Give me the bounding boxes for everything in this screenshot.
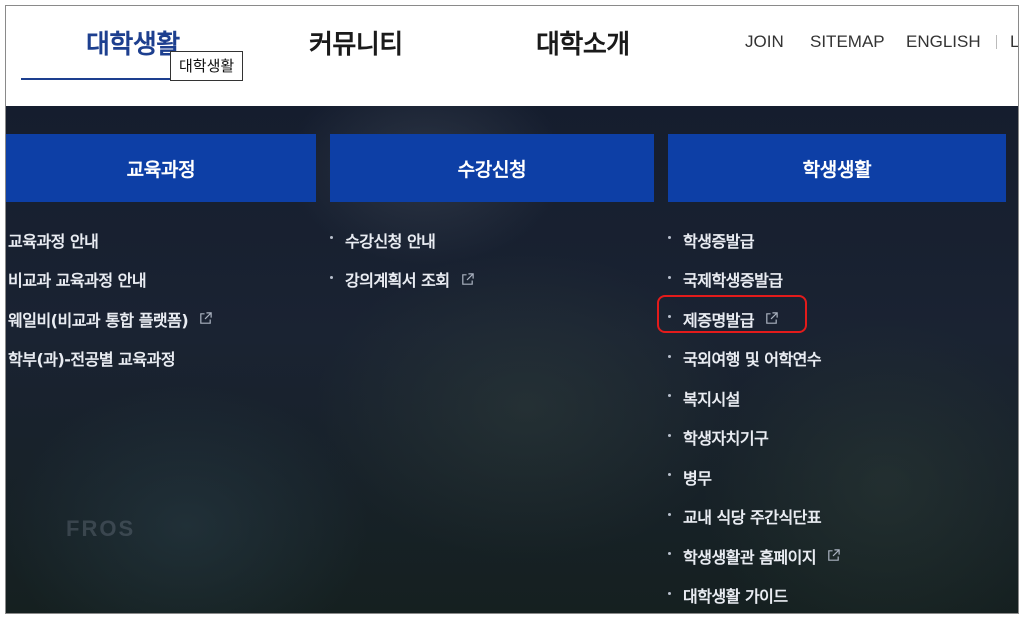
bullet-dot — [668, 433, 671, 437]
menu-item-student-council[interactable]: 학생자치기구 — [668, 418, 841, 458]
nav-tooltip: 대학생활 — [170, 51, 244, 81]
menu-item-whale-b[interactable]: 웨일비(비교과 통합 플랫폼) — [8, 299, 213, 339]
gnb-item-community[interactable]: 커뮤니티 — [309, 24, 403, 61]
util-link-english[interactable]: ENGLISH — [906, 32, 981, 52]
util-link-sitemap[interactable]: SITEMAP — [810, 32, 885, 52]
menu-item-major-curriculum[interactable]: 학부(과)-전공별 교육과정 — [8, 339, 213, 379]
menu-item-cafeteria-menu[interactable]: 교내 식당 주간식단표 — [668, 497, 841, 537]
bullet-dot — [668, 591, 671, 595]
menu-list-curriculum: 교육과정 안내 비교과 교육과정 안내 웨일비(비교과 통합 플랫폼) 학부(과… — [8, 220, 213, 378]
menu-list-registration: 수강신청 안내 강의계획서 조회 — [330, 220, 475, 299]
mega-menu-panel: FROS 교육과정 교육과정 안내 비교과 교육과정 안내 웨일비(비교과 통합… — [6, 106, 1018, 614]
bullet-dot — [668, 512, 671, 516]
bullet-dot — [668, 236, 671, 239]
bullet-dot — [330, 275, 333, 279]
column-header-registration[interactable]: 수강신청 — [330, 134, 654, 202]
gnb-item-about[interactable]: 대학소개 — [536, 24, 630, 61]
menu-item-welfare-facilities[interactable]: 복지시설 — [668, 378, 841, 418]
menu-list-student-life: 학생증발급 국제학생증발급 제증명발급 국외여행 및 어학연수 복지시설 학생자… — [668, 220, 841, 614]
active-nav-underline — [21, 78, 171, 80]
top-navigation: 대학생활 대학생활 커뮤니티 대학소개 JOIN SITEMAP ENGLISH… — [6, 6, 1018, 106]
column-header-student-life[interactable]: 학생생활 — [668, 134, 1006, 202]
menu-item-curriculum-guide[interactable]: 교육과정 안내 — [8, 220, 213, 260]
util-link-join[interactable]: JOIN — [745, 32, 784, 52]
bullet-dot — [330, 236, 333, 239]
bullet-dot — [668, 275, 671, 279]
bullet-dot — [668, 354, 671, 358]
bullet-dot — [668, 473, 671, 476]
column-header-curriculum[interactable]: 교육과정 — [6, 134, 316, 202]
bullet-dot — [668, 394, 671, 397]
external-link-icon — [764, 311, 779, 326]
external-link-icon — [826, 548, 841, 563]
menu-item-military-affairs[interactable]: 병무 — [668, 457, 841, 497]
bullet-dot — [668, 552, 671, 555]
util-link-truncated[interactable]: L — [1010, 32, 1018, 52]
external-link-icon — [460, 272, 475, 287]
menu-item-certificates[interactable]: 제증명발급 — [668, 299, 841, 339]
menu-item-overseas-travel[interactable]: 국외여행 및 어학연수 — [668, 339, 841, 379]
menu-item-international-id[interactable]: 국제학생증발급 — [668, 260, 841, 300]
screenshot-frame: 대학생활 대학생활 커뮤니티 대학소개 JOIN SITEMAP ENGLISH… — [5, 5, 1019, 614]
menu-item-dormitory-homepage[interactable]: 학생생활관 홈페이지 — [668, 536, 841, 576]
menu-item-extracurricular-guide[interactable]: 비교과 교육과정 안내 — [8, 260, 213, 300]
menu-item-student-id[interactable]: 학생증발급 — [668, 220, 841, 260]
menu-item-registration-guide[interactable]: 수강신청 안내 — [330, 220, 475, 260]
bullet-dot — [668, 315, 671, 318]
background-watermark: FROS — [66, 516, 136, 541]
menu-item-syllabus[interactable]: 강의계획서 조회 — [330, 260, 475, 300]
menu-item-campus-life-guide[interactable]: 대학생활 가이드 — [668, 576, 841, 614]
util-separator — [996, 35, 997, 49]
gnb-item-campus-life[interactable]: 대학생활 — [86, 24, 180, 61]
external-link-icon — [198, 311, 213, 326]
